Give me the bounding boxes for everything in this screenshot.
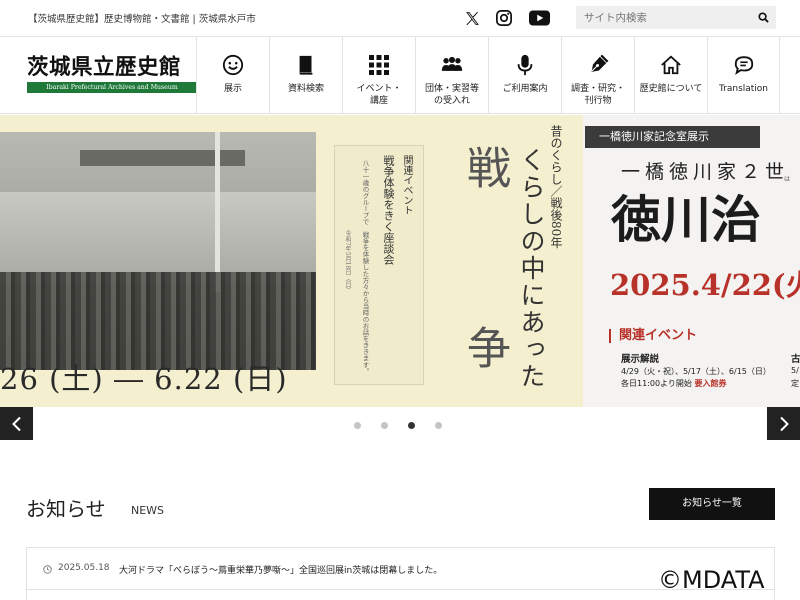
site-logo[interactable]: 茨城県立歴史館 Ibaraki Prefectural Archives and…: [27, 56, 197, 93]
exhibition-heading: 一橋徳川家２世: [621, 161, 790, 183]
gallery-talk-time: 各日11:00より開始 要入館券: [621, 378, 726, 389]
nav-label: 展示: [223, 84, 242, 94]
gallery-talk-dates: 4/29（火・祝）、5/17（土）、6/15（日）: [621, 367, 771, 376]
nav-label: イベント・ 講座: [356, 84, 402, 106]
exhibition-glyph-1: 戦: [459, 145, 510, 189]
slide-tokugawa-exhibition[interactable]: 一橋徳川家記念室展示 一橋徳川家２世 は 徳川治 2025.4/22(火 関連イ…: [583, 115, 800, 407]
historical-photo: [0, 132, 316, 370]
gallery-talk-start: 各日11:00より開始: [621, 379, 692, 388]
nav-label: Translation: [718, 84, 769, 94]
exhibition-dates: 26 (土) ― 6.22 (日): [0, 362, 288, 396]
nav-item-groups[interactable]: 団体・実習等 の受入れ: [415, 37, 488, 114]
gallery-talk-title: 展示解説: [621, 354, 660, 365]
exhibition-tag: 一橋徳川家記念室展示: [585, 126, 760, 148]
slider-dot-4[interactable]: [435, 422, 442, 429]
people-icon: [440, 53, 464, 77]
home-icon: [659, 53, 683, 77]
nav-label: 資料検索: [287, 84, 324, 94]
search-input[interactable]: [576, 6, 752, 29]
main-nav: 展示 資料検索 イベント・ 講座 団体・実習等 の受入れ ご利用案内 調査・研究…: [196, 37, 780, 114]
news-heading: お知らせ: [26, 497, 106, 521]
speech-bubble-icon: [732, 53, 756, 77]
nav-label: 団体・実習等 の受入れ: [424, 84, 479, 106]
logo-title: 茨城県立歴史館: [27, 55, 182, 80]
news-list-button[interactable]: お知らせ一覧: [649, 488, 775, 520]
news-date: 2025.05.18: [58, 563, 110, 573]
book-icon: [294, 53, 318, 77]
search-icon: [758, 12, 769, 23]
nav-item-about[interactable]: 歴史館について: [634, 37, 707, 114]
event-title: 関連イベント: [401, 155, 412, 215]
slide-war-exhibition[interactable]: 26 (土) ― 6.22 (日) 関連イベント 戦争体験をきく座談会 八十一歳…: [0, 115, 583, 407]
search-button[interactable]: [755, 9, 772, 26]
related-events-heading: 関連イベント: [609, 329, 697, 343]
slider-pagination: [354, 422, 442, 429]
exhibition-date: 2025.4/22(火: [610, 268, 800, 302]
instagram-icon[interactable]: [493, 7, 515, 29]
grid-icon: [367, 53, 391, 77]
nav-item-guide[interactable]: ご利用案内: [488, 37, 561, 114]
logo-subtitle: Ibaraki Prefectural Archives and Museum: [27, 82, 197, 93]
event-description: 戦争体験をきく座談会: [382, 155, 395, 265]
nav-label: 歴史館について: [639, 84, 703, 94]
admission-required: 要入館券: [694, 379, 727, 388]
pen-icon: [586, 53, 610, 77]
nav-label: ご利用案内: [502, 84, 548, 94]
chevron-right-icon: [779, 416, 789, 431]
slider-prev-button[interactable]: [0, 407, 33, 440]
event-note: 八十一歳のグループで 戦争を体験した方々から当時のお話をききます。: [361, 160, 369, 375]
news-text: 大河ドラマ「べらぼう～蔦重栄華乃夢噺～」全国巡回展in茨城は閉幕しました。: [119, 566, 443, 576]
second-event-title: 古: [791, 354, 800, 365]
slider-dot-1[interactable]: [354, 422, 361, 429]
top-bar: 【茨城県歴史館】歴史博物館・文書館 | 茨城県水戸市: [0, 0, 800, 36]
nav-item-events[interactable]: イベント・ 講座: [342, 37, 415, 114]
slider-next-button[interactable]: [767, 407, 800, 440]
exhibition-subtitle: 昔のくらし／戦後80年: [549, 125, 563, 249]
slider-dot-2[interactable]: [381, 422, 388, 429]
nav-item-archive-search[interactable]: 資料検索: [269, 37, 342, 114]
nav-item-translation[interactable]: Translation: [707, 37, 780, 114]
x-twitter-icon[interactable]: [461, 7, 483, 29]
clock-icon: [43, 565, 52, 574]
second-event-dates: 5/: [791, 366, 799, 375]
slider-dot-3[interactable]: [408, 422, 415, 429]
site-header: 茨城県立歴史館 Ibaraki Prefectural Archives and…: [0, 36, 800, 114]
site-info: 【茨城県歴史館】歴史博物館・文書館 | 茨城県水戸市: [28, 14, 256, 25]
second-event-note: 定: [791, 379, 799, 388]
youtube-icon[interactable]: [528, 7, 550, 29]
watermark: ©MDATA: [658, 566, 765, 594]
chevron-left-icon: [11, 416, 21, 431]
microphone-icon: [513, 53, 537, 77]
nav-item-exhibition[interactable]: 展示: [196, 37, 269, 114]
exhibition-title: 徳川治: [611, 190, 761, 249]
event-date: 令和7年5月18日（日）: [344, 230, 351, 294]
site-search: [576, 6, 776, 29]
nav-item-research[interactable]: 調査・研究・ 刊行物: [561, 37, 634, 114]
ruby-text: は: [784, 176, 791, 183]
hero-slider[interactable]: 26 (土) ― 6.22 (日) 関連イベント 戦争体験をきく座談会 八十一歳…: [0, 115, 800, 407]
exhibition-title: くらしの中にあった: [517, 147, 546, 390]
news-heading-en: NEWS: [131, 504, 165, 517]
nav-label: 調査・研究・ 刊行物: [570, 84, 625, 106]
exhibition-glyph-2: 争: [459, 325, 510, 369]
smile-icon: [221, 53, 245, 77]
